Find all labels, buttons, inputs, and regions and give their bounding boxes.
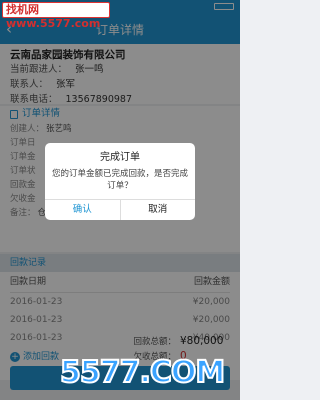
dialog-buttons: 确认 取消 bbox=[45, 199, 195, 220]
dialog-message: 您的订单金额已完成回款，是否完成订单？ bbox=[51, 169, 188, 191]
confirm-button[interactable]: 确认 bbox=[45, 200, 121, 220]
footer-watermark-logo: 5577.COM bbox=[59, 354, 226, 391]
dialog-title: 完成订单 bbox=[100, 152, 140, 163]
cancel-button[interactable]: 取消 bbox=[121, 200, 196, 220]
watermark-logo: 找机网 www.5577.com bbox=[2, 2, 110, 30]
complete-order-dialog: 完成订单 您的订单金额已完成回款，是否完成订单？ 确认 取消 bbox=[45, 143, 195, 220]
